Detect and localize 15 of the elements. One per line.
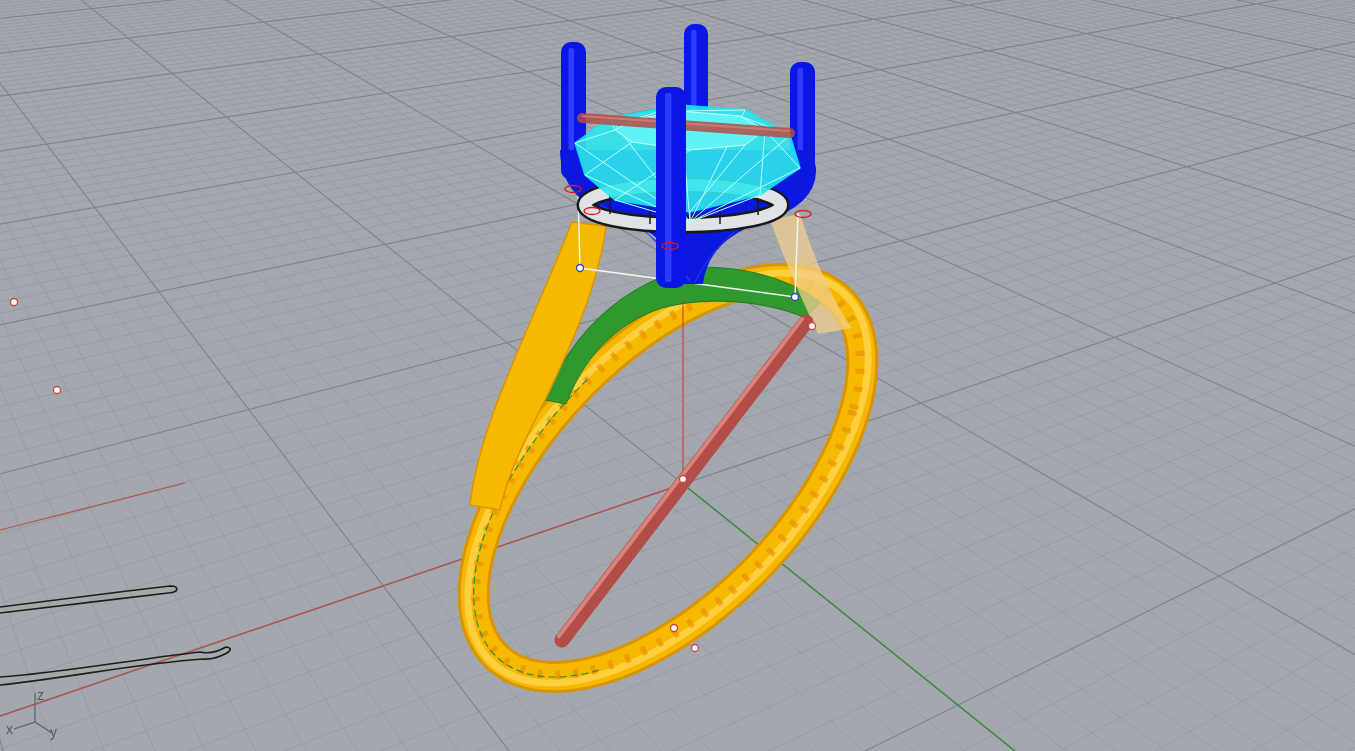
- circle-marker-icon: [794, 209, 812, 219]
- circle-marker-icon: [583, 206, 601, 216]
- point-icon: [9, 297, 19, 307]
- point-icon: [52, 385, 62, 395]
- circle-marker-icon: [564, 184, 582, 194]
- point-icon: [669, 623, 679, 633]
- circle-marker-icon: [661, 241, 679, 251]
- point-icon: [807, 321, 817, 331]
- point-icon: [678, 474, 688, 484]
- point-icon: [575, 263, 585, 273]
- point-icon: [690, 643, 700, 653]
- axis-label: x: [6, 721, 13, 737]
- axis-label: y: [50, 724, 57, 740]
- point-icon: [790, 292, 800, 302]
- axis-label: z: [37, 687, 44, 703]
